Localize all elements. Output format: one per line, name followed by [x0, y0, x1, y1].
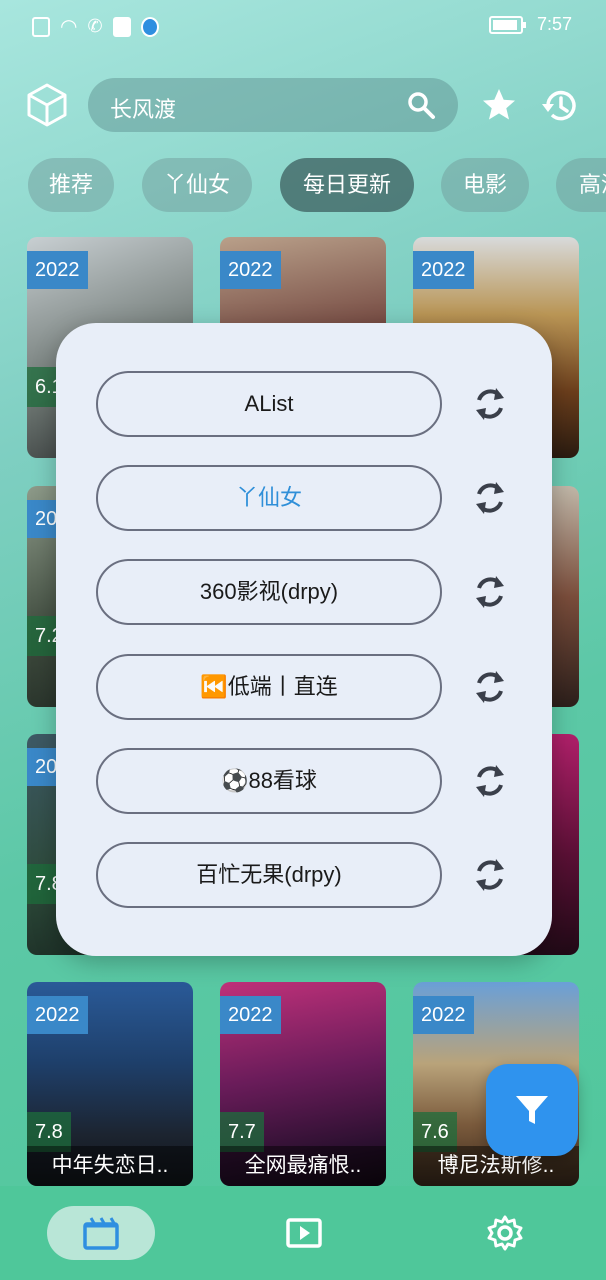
source-dialog: AList 丫仙女 360影视(drpy) ⏮️低端丨直连 ⚽88看球 百忙无果… — [56, 323, 552, 956]
category-tabs: 推荐 丫仙女 每日更新 电影 高清 — [0, 158, 606, 212]
refresh-icon[interactable] — [470, 761, 510, 801]
nav-player[interactable] — [260, 1206, 346, 1260]
star-icon[interactable] — [480, 86, 518, 124]
search-input[interactable]: 长风渡 — [110, 92, 176, 124]
history-icon[interactable] — [540, 86, 580, 126]
search-bar[interactable]: 长风渡 — [88, 78, 458, 132]
nav-home[interactable] — [47, 1206, 155, 1260]
source-item-alist[interactable]: AList — [96, 371, 442, 437]
poster-title: 中年失恋日.. — [27, 1146, 193, 1186]
poster-year: 2022 — [413, 996, 474, 1034]
refresh-icon[interactable] — [470, 855, 510, 895]
tab-movie[interactable]: 电影 — [441, 158, 529, 212]
call-icon: ✆ — [87, 16, 103, 36]
film-icon — [83, 1217, 119, 1250]
source-item-88kanqiu[interactable]: ⚽88看球 — [96, 748, 442, 814]
tab-recommend[interactable]: 推荐 — [28, 158, 114, 212]
refresh-icon[interactable] — [470, 384, 510, 424]
poster-year: 2022 — [220, 996, 281, 1034]
refresh-icon[interactable] — [470, 572, 510, 612]
poster-card[interactable]: 2022 7.8 中年失恋日.. — [27, 982, 193, 1186]
status-bar: ◠ ✆ 7:57 — [0, 0, 606, 52]
play-icon — [286, 1218, 322, 1248]
search-icon[interactable] — [406, 90, 436, 120]
source-item-baimang[interactable]: 百忙无果(drpy) — [96, 842, 442, 908]
tab-hd[interactable]: 高清 — [556, 158, 606, 212]
tab-xiannv[interactable]: 丫仙女 — [142, 158, 252, 212]
poster-year: 2022 — [220, 251, 281, 289]
gear-icon — [487, 1215, 523, 1251]
bottom-nav — [0, 1186, 606, 1280]
top-bar: 长风渡 — [0, 78, 606, 132]
nav-settings[interactable] — [462, 1206, 548, 1260]
poster-card[interactable]: 2022 7.7 全网最痛恨.. — [220, 982, 386, 1186]
filter-icon — [516, 1096, 548, 1124]
status-time: 7:57 — [536, 14, 572, 34]
refresh-icon[interactable] — [470, 478, 510, 518]
filter-button[interactable] — [486, 1064, 578, 1156]
refresh-icon[interactable] — [470, 667, 510, 707]
battery-icon — [488, 15, 526, 34]
poster-year: 2022 — [413, 251, 474, 289]
wifi-icon: ◠ — [60, 16, 78, 38]
source-item-diduan[interactable]: ⏮️低端丨直连 — [96, 654, 442, 720]
poster-title: 全网最痛恨.. — [220, 1146, 386, 1186]
upload-icon — [112, 16, 131, 37]
poster-year: 2022 — [27, 251, 88, 289]
tab-daily-update[interactable]: 每日更新 — [280, 158, 414, 212]
sim-icon — [32, 16, 50, 37]
poster-year: 2022 — [27, 996, 88, 1034]
app-notification-icon — [140, 16, 159, 37]
source-item-xiannv[interactable]: 丫仙女 — [96, 465, 442, 531]
source-item-360[interactable]: 360影视(drpy) — [96, 559, 442, 625]
cube-icon[interactable] — [26, 82, 68, 128]
